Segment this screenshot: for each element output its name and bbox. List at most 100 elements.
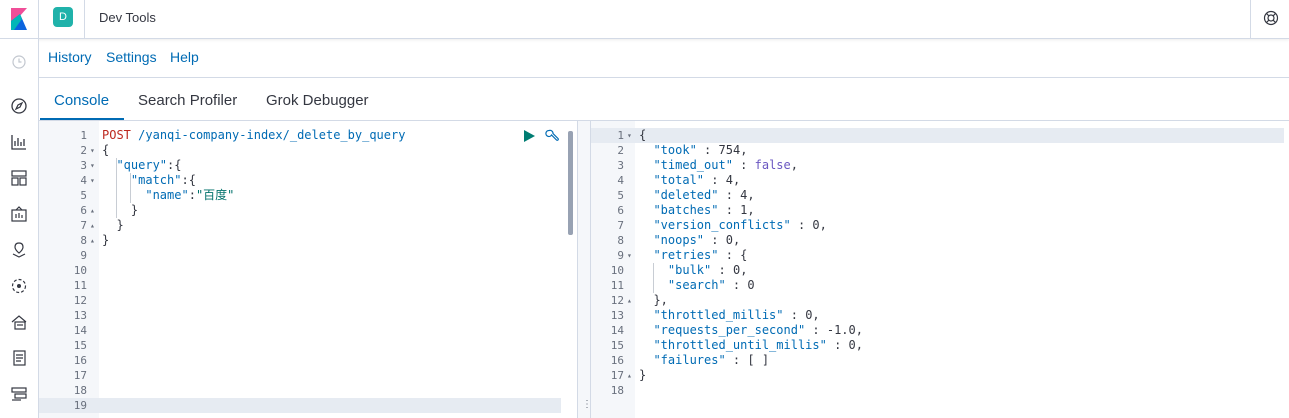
active-tab-indicator — [40, 118, 124, 120]
line-number: 9 — [80, 249, 87, 262]
code-text: { — [639, 128, 647, 142]
code-text: "query":{ — [116, 158, 182, 172]
code-text: } — [639, 368, 647, 382]
line-number: 14 — [73, 324, 87, 337]
fold-toggle-icon[interactable]: ▾ — [90, 158, 95, 173]
line-number: 3 — [617, 159, 624, 172]
code-text: "version_conflicts" : 0, — [653, 218, 827, 232]
code-text: "search" : 0 — [667, 278, 755, 292]
tab-grok-debugger[interactable]: Grok Debugger — [266, 92, 369, 109]
recently-viewed-clock-icon[interactable] — [9, 52, 29, 72]
kibana-logo-icon[interactable] — [0, 0, 39, 38]
line-number: 13 — [610, 309, 624, 322]
code-text: } — [102, 218, 124, 232]
code-text: POST /yanqi-company-index/_delete_by_que… — [102, 128, 405, 143]
response-output[interactable]: 1 ▾{2 "took" : 754, 3 "timed_out" : false,… — [591, 121, 1289, 418]
code-text: } — [102, 233, 110, 247]
line-number: 7 — [80, 219, 87, 232]
line-number: 19 — [73, 399, 87, 412]
code-text: "retries" : { — [653, 248, 748, 262]
side-nav — [0, 39, 39, 418]
code-text: "took" : 754, — [653, 143, 748, 157]
help-link[interactable]: Help — [170, 49, 199, 65]
unfold-marker-icon[interactable]: ▴ — [627, 368, 632, 383]
line-number: 4 — [80, 174, 87, 187]
line-number: 15 — [73, 339, 87, 352]
fold-toggle-icon[interactable]: ▾ — [90, 143, 95, 158]
help-lifebuoy-icon — [1263, 10, 1279, 26]
apm-icon[interactable] — [9, 384, 29, 404]
unfold-marker-icon[interactable]: ▴ — [627, 293, 632, 308]
active-line-highlight — [39, 398, 561, 413]
code-text: "deleted" : 4, — [653, 188, 755, 202]
code-text: "total" : 4, — [653, 173, 741, 187]
settings-link[interactable]: Settings — [106, 49, 157, 65]
wrench-icon[interactable] — [545, 129, 559, 143]
line-number: 16 — [610, 354, 624, 367]
top-header: D Dev Tools — [0, 0, 1289, 39]
fold-toggle-icon[interactable]: ▾ — [627, 128, 632, 143]
line-number: 5 — [617, 189, 624, 202]
maps-icon[interactable] — [9, 240, 29, 260]
page-title: Dev Tools — [99, 10, 156, 25]
unfold-marker-icon[interactable]: ▴ — [90, 233, 95, 248]
space-avatar[interactable]: D — [53, 7, 73, 27]
console-menu: History Settings Help — [39, 39, 1289, 78]
line-number: 8 — [617, 234, 624, 247]
fold-toggle-icon[interactable]: ▾ — [627, 248, 632, 263]
code-text: "bulk" : 0, — [667, 263, 748, 277]
help-button[interactable] — [1250, 0, 1289, 38]
infrastructure-icon[interactable] — [9, 312, 29, 332]
request-editor[interactable]: 1 POST /yanqi-company-index/_delete_by_qu… — [39, 121, 577, 418]
unfold-marker-icon[interactable]: ▴ — [90, 203, 95, 218]
line-number: 1 — [617, 129, 624, 142]
line-number: 18 — [73, 384, 87, 397]
editor-scrollbar[interactable] — [568, 131, 573, 235]
indent-guide — [130, 173, 131, 203]
line-number: 3 — [80, 159, 87, 172]
code-text: "timed_out" : false, — [653, 158, 798, 172]
line-number: 5 — [80, 189, 87, 202]
code-text: } — [102, 203, 139, 217]
play-icon[interactable] — [523, 130, 535, 142]
discover-compass-icon[interactable] — [9, 96, 29, 116]
code-text: "requests_per_second" : -1.0, — [653, 323, 863, 337]
line-number: 10 — [610, 264, 624, 277]
history-link[interactable]: History — [48, 49, 92, 65]
line-number: 2 — [617, 144, 624, 157]
code-text: { — [102, 143, 110, 157]
dashboard-icon[interactable] — [9, 168, 29, 188]
line-number: 2 — [80, 144, 87, 157]
visualize-chart-icon[interactable] — [9, 132, 29, 152]
ml-icon[interactable] — [9, 276, 29, 296]
line-number: 10 — [73, 264, 87, 277]
line-number: 12 — [610, 294, 624, 307]
line-number: 16 — [73, 354, 87, 367]
code-text: "throttled_until_millis" : 0, — [653, 338, 863, 352]
line-number: 18 — [610, 384, 624, 397]
tab-search-profiler[interactable]: Search Profiler — [138, 92, 237, 109]
line-number: 6 — [617, 204, 624, 217]
line-number: 15 — [610, 339, 624, 352]
logs-icon[interactable] — [9, 348, 29, 368]
line-number: 6 — [80, 204, 87, 217]
unfold-marker-icon[interactable]: ▴ — [90, 218, 95, 233]
line-number: 4 — [617, 174, 624, 187]
tab-console[interactable]: Console — [54, 92, 109, 109]
line-number: 11 — [610, 279, 624, 292]
http-method: POST — [102, 128, 131, 142]
line-number: 14 — [610, 324, 624, 337]
canvas-icon[interactable] — [9, 204, 29, 224]
line-number: 8 — [80, 234, 87, 247]
line-number: 1 — [80, 129, 87, 142]
code-text: "failures" : [ ] — [653, 353, 770, 367]
line-number: 13 — [73, 309, 87, 322]
indent-guide — [116, 158, 117, 218]
line-number: 7 — [617, 219, 624, 232]
code-text: "name":"百度" — [145, 188, 235, 202]
request-path: /yanqi-company-index/_delete_by_query — [138, 128, 406, 142]
code-text: }, — [639, 293, 668, 307]
line-number: 9 — [617, 249, 624, 262]
fold-toggle-icon[interactable]: ▾ — [90, 173, 95, 188]
code-text: "noops" : 0, — [653, 233, 741, 247]
